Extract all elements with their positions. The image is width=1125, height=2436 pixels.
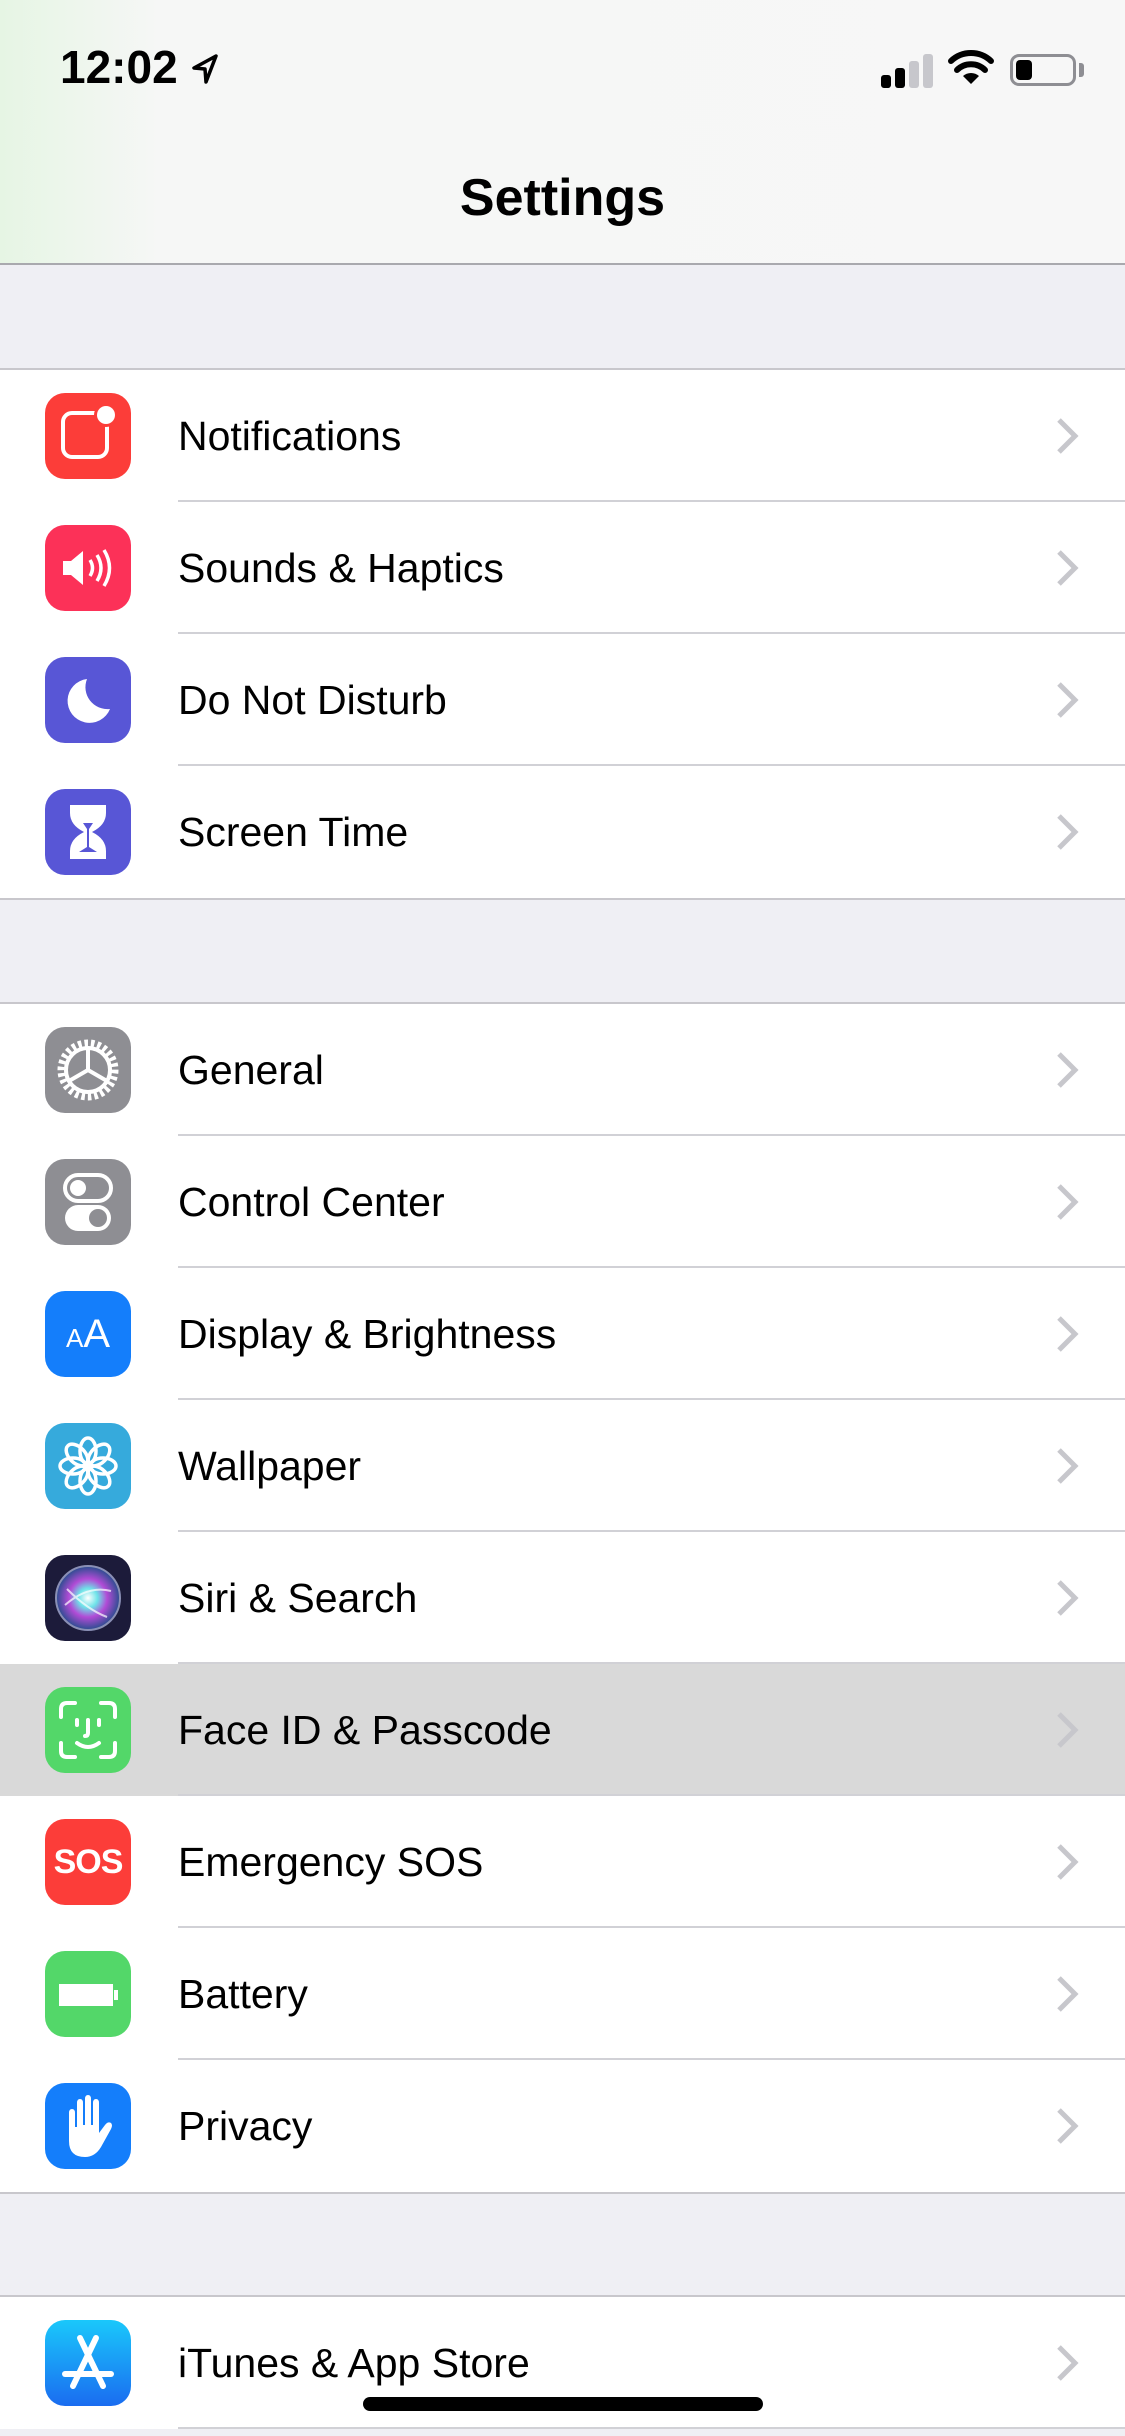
notifications-icon [45,393,131,479]
chevron-right-icon [1057,1580,1079,1616]
row-label: General [178,1047,324,1093]
settings-row-wallpaper[interactable]: Wallpaper [0,1400,1125,1532]
settings-section-1: Notifications Sounds & Haptics Do Not Di… [0,368,1125,900]
chevron-right-icon [1057,550,1079,586]
settings-row-emergency-sos[interactable]: SOS Emergency SOS [0,1796,1125,1928]
cellular-signal-icon [881,52,933,88]
row-label: Privacy [178,2103,313,2149]
battery-icon [45,1951,131,2037]
row-label: Emergency SOS [178,1839,484,1885]
settings-row-battery[interactable]: Battery [0,1928,1125,2060]
navigation-header: 12:02 Settings [0,0,1125,265]
home-indicator[interactable] [363,2397,763,2411]
settings-row-screen-time[interactable]: Screen Time [0,766,1125,898]
chevron-right-icon [1057,2108,1079,2144]
settings-row-privacy[interactable]: Privacy [0,2060,1125,2192]
chevron-right-icon [1057,1448,1079,1484]
sos-icon-text: SOS [53,1842,124,1881]
battery-cap [1079,63,1084,77]
settings-section-2: General Control Center AA Display & Brig… [0,1002,1125,2194]
chevron-right-icon [1057,1976,1079,2012]
gear-icon [45,1027,131,1113]
face-id-icon [45,1687,131,1773]
app-store-icon [45,2320,131,2406]
icon-large-a: A [83,1311,111,1356]
chevron-right-icon [1057,1316,1079,1352]
settings-row-sounds-haptics[interactable]: Sounds & Haptics [0,502,1125,634]
settings-row-do-not-disturb[interactable]: Do Not Disturb [0,634,1125,766]
text-size-icon: AA [45,1291,131,1377]
row-label: Sounds & Haptics [178,545,504,591]
chevron-right-icon [1057,1712,1079,1748]
icon-small-a: A [65,1322,84,1353]
row-label: Display & Brightness [178,1311,557,1357]
flower-icon [45,1423,131,1509]
settings-row-control-center[interactable]: Control Center [0,1136,1125,1268]
moon-icon [45,657,131,743]
chevron-right-icon [1057,2345,1079,2381]
signal-bar-3 [909,61,919,88]
chevron-right-icon [1057,1052,1079,1088]
settings-row-general[interactable]: General [0,1004,1125,1136]
chevron-right-icon [1057,1184,1079,1220]
siri-icon [45,1555,131,1641]
row-divider [178,2427,1125,2429]
row-label: Notifications [178,413,402,459]
battery-status-icon [1010,54,1076,86]
signal-bar-1 [881,75,891,88]
row-label: Battery [178,1971,308,2017]
chevron-right-icon [1057,682,1079,718]
signal-bar-4 [923,54,933,88]
settings-row-display-brightness[interactable]: AA Display & Brightness [0,1268,1125,1400]
signal-bar-2 [895,68,905,88]
row-label: Do Not Disturb [178,677,447,723]
sos-icon: SOS [45,1819,131,1905]
status-time: 12:02 [60,41,178,93]
chevron-right-icon [1057,814,1079,850]
hourglass-icon [45,789,131,875]
row-label: Screen Time [178,809,409,855]
settings-row-notifications[interactable]: Notifications [0,370,1125,502]
row-label: Control Center [178,1179,445,1225]
settings-row-siri-search[interactable]: Siri & Search [0,1532,1125,1664]
hand-icon [45,2083,131,2169]
chevron-right-icon [1057,418,1079,454]
chevron-right-icon [1057,1844,1079,1880]
row-label: Face ID & Passcode [178,1707,552,1753]
page-title: Settings [459,169,666,227]
settings-row-face-id-passcode[interactable]: Face ID & Passcode [0,1664,1125,1796]
location-arrow-icon [192,54,218,84]
battery-level-fill [1016,60,1032,80]
toggles-icon [45,1159,131,1245]
speaker-icon [45,525,131,611]
row-label: Wallpaper [178,1443,362,1489]
wifi-icon [948,50,994,84]
row-label: Siri & Search [178,1575,418,1621]
